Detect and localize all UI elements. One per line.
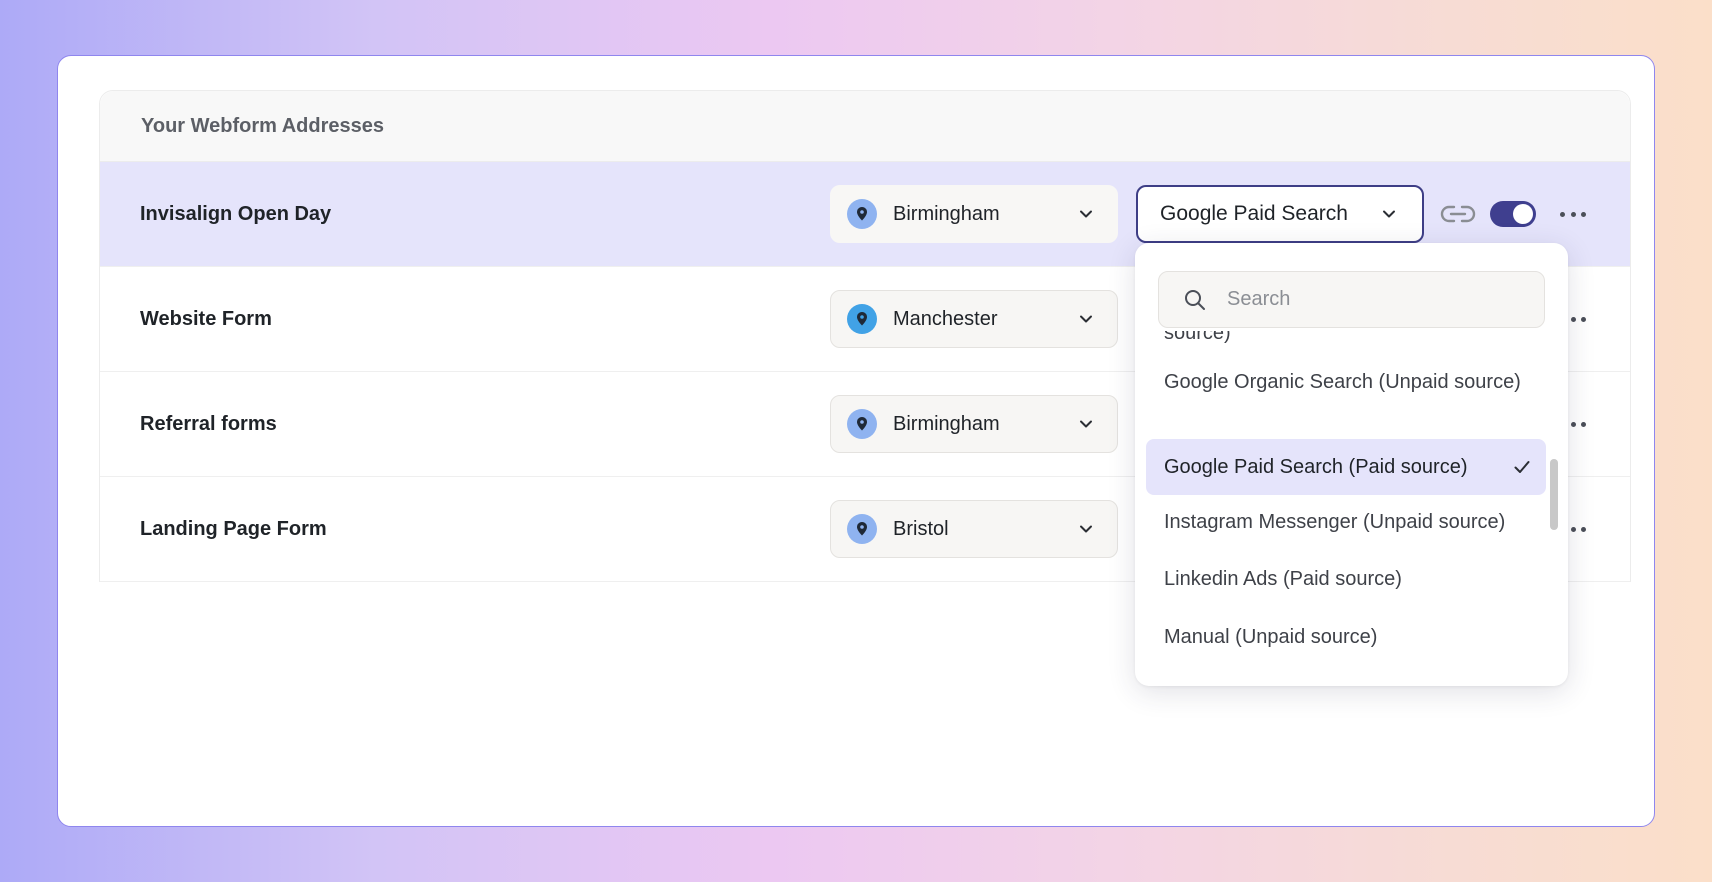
option-label: Google Organic Search (Unpaid source) [1164,371,1521,393]
map-pin-icon [847,514,877,544]
dropdown-option-selected[interactable]: Google Paid Search (Paid source) [1146,439,1546,495]
source-select[interactable]: Google Paid Search [1136,185,1424,243]
chevron-down-icon [1080,420,1092,428]
enabled-toggle[interactable] [1490,201,1536,227]
more-horizontal-icon[interactable] [1560,210,1586,218]
map-pin-icon [847,409,877,439]
dropdown-option[interactable]: Google Organic Search (Unpaid source) [1146,368,1546,397]
dropdown-scrollbar[interactable] [1550,459,1558,530]
dropdown-option[interactable]: Linkedin Ads (Paid source) [1146,565,1546,594]
search-icon [1185,289,1205,310]
option-label: Manual (Unpaid source) [1164,626,1378,648]
webform-name: Landing Page Form [140,517,327,540]
webform-name: Invisalign Open Day [140,202,332,225]
option-label: Instagram Messenger (Unpaid source) [1164,511,1506,533]
dropdown-option[interactable]: source) [1146,331,1546,348]
chevron-down-icon [1080,525,1092,533]
webform-name: Referral forms [140,412,277,435]
toggle-knob [1513,204,1533,224]
option-label: Google Paid Search (Paid source) [1164,455,1468,478]
search-input[interactable] [1227,288,1527,311]
source-label: Google Paid Search [1160,202,1348,225]
option-label: source) [1164,331,1231,344]
map-pin-icon [847,199,877,229]
card-header: Your Webform Addresses [100,91,1630,162]
chevron-down-icon [1383,210,1395,218]
source-dropdown-menu: source) Google Organic Search (Unpaid so… [1135,243,1568,686]
dropdown-option[interactable]: Instagram Messenger (Unpaid source) [1146,508,1546,537]
dropdown-search[interactable] [1158,271,1545,328]
location-select[interactable]: Bristol [830,500,1118,558]
location-label: Manchester [893,307,998,330]
link-icon[interactable] [1439,202,1477,226]
chevron-down-icon [1080,315,1092,323]
location-label: Birmingham [893,202,1000,225]
webform-name: Website Form [140,307,272,330]
check-icon [1514,461,1530,473]
location-label: Birmingham [893,412,1000,435]
dropdown-options-list[interactable]: source) Google Organic Search (Unpaid so… [1135,331,1568,686]
chevron-down-icon [1080,210,1092,218]
location-label: Bristol [893,517,949,540]
card-title: Your Webform Addresses [141,114,385,137]
location-select[interactable]: Birmingham [830,185,1118,243]
location-select[interactable]: Manchester [830,290,1118,348]
location-select[interactable]: Birmingham [830,395,1118,453]
option-label: Linkedin Ads (Paid source) [1164,568,1402,590]
map-pin-icon [847,304,877,334]
dropdown-option[interactable]: Manual (Unpaid source) [1146,623,1546,652]
